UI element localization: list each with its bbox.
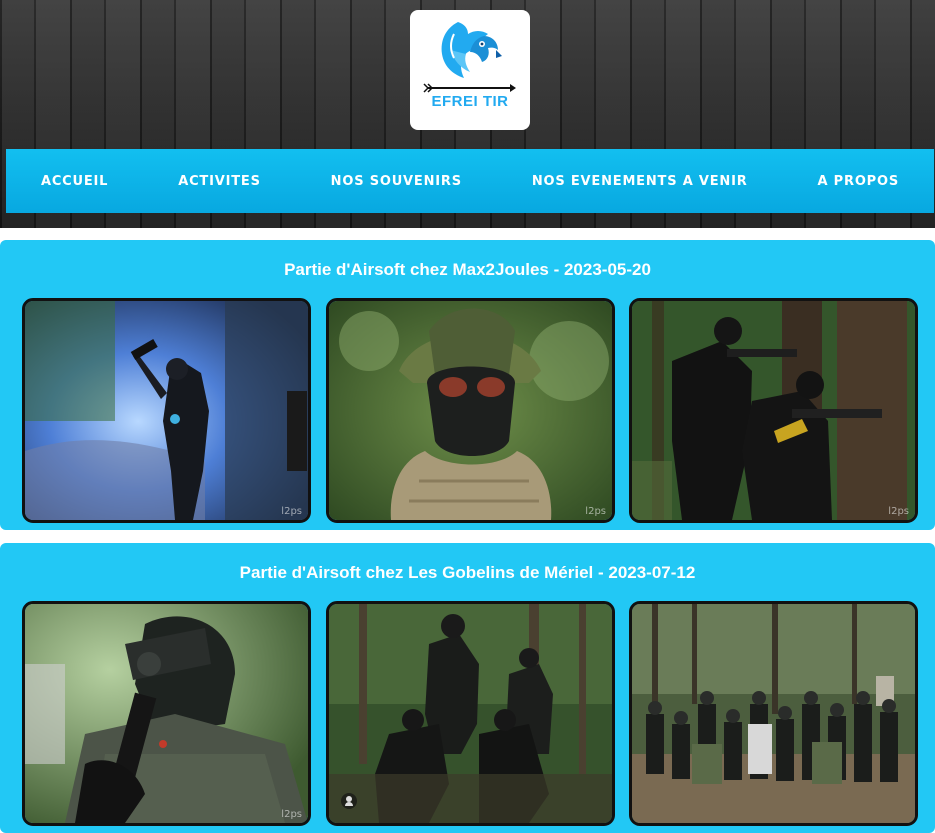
user-icon [341,793,357,809]
event-title: Partie d'Airsoft chez Les Gobelins de Mé… [239,563,696,582]
nav-item-a-propos[interactable]: A PROPOS [818,174,900,189]
photo-watermark: l2ps [281,809,302,820]
photo-watermark: l2ps [585,506,606,517]
event-photo[interactable]: l2ps [326,298,615,523]
main-nav: ACCUEIL ACTIVITES NOS SOUVENIRS NOS EVEN… [6,149,934,213]
event-section: Partie d'Airsoft chez Max2Joules - 2023-… [0,240,935,530]
eagle-arrow-logo-icon [423,22,516,93]
nav-item-accueil[interactable]: ACCUEIL [41,174,108,189]
event-section: Partie d'Airsoft chez Les Gobelins de Mé… [0,543,935,833]
logo-text: EFREI TIR [431,93,509,110]
event-photo[interactable] [629,601,918,826]
event-photo[interactable] [326,601,615,826]
site-header: EFREI TIR ACCUEIL ACTIVITES NOS SOUVENIR… [0,0,935,228]
nav-item-nos-souvenirs[interactable]: NOS SOUVENIRS [331,174,462,189]
event-photo[interactable]: l2ps [22,298,311,523]
nav-item-nos-evenements[interactable]: NOS EVENEMENTS A VENIR [532,174,748,189]
photo-watermark: l2ps [281,506,302,517]
photo-watermark: l2ps [888,506,909,517]
nav-item-activites[interactable]: ACTIVITES [178,174,261,189]
event-photo[interactable]: l2ps [629,298,918,523]
site-logo[interactable]: EFREI TIR [410,10,530,130]
event-photo[interactable]: l2ps [22,601,311,826]
event-title: Partie d'Airsoft chez Max2Joules - 2023-… [284,260,651,279]
